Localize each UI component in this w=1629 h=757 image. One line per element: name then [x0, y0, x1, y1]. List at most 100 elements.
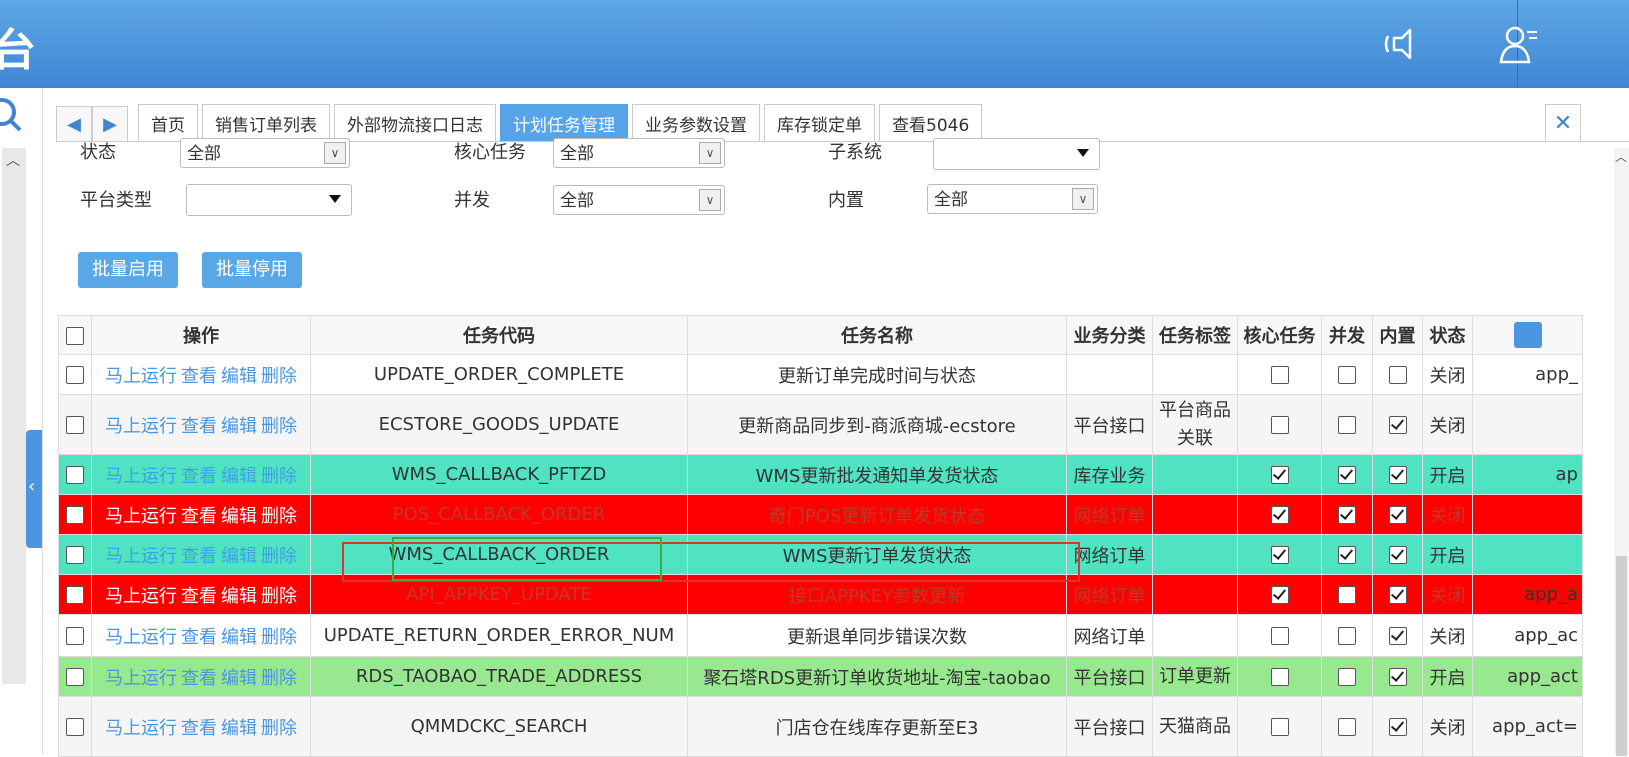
core-cell[interactable] [1237, 696, 1322, 757]
builtin-checkbox[interactable] [1388, 718, 1407, 736]
table-row[interactable]: 马上运行 查看 编辑 删除 ECSTORE_GOODS_UPDATE 更新商品同步到-商派… [58, 394, 1583, 455]
core-checkbox[interactable] [1270, 718, 1289, 736]
op-link-run[interactable]: 马上运行 [105, 366, 177, 387]
row-checkbox[interactable] [66, 718, 84, 736]
op-link-edit[interactable]: 编辑 [221, 627, 257, 648]
core-cell[interactable] [1237, 454, 1322, 495]
core-checkbox[interactable] [1270, 546, 1289, 564]
core-cell[interactable] [1237, 656, 1322, 697]
op-link-delete[interactable]: 删除 [261, 506, 297, 527]
builtin-checkbox[interactable] [1388, 546, 1407, 564]
concurrent-checkbox[interactable] [1338, 668, 1356, 686]
row-checkbox[interactable] [66, 546, 84, 564]
op-link-view[interactable]: 查看 [181, 416, 217, 437]
builtin-cell[interactable] [1372, 394, 1423, 455]
builtin-cell[interactable] [1372, 454, 1423, 495]
op-link-run[interactable]: 马上运行 [105, 546, 177, 567]
row-checkbox[interactable] [66, 627, 84, 645]
tab-view-5046[interactable]: 查看5046 [879, 104, 983, 142]
concurrent-checkbox[interactable] [1338, 466, 1356, 484]
select-all-cell[interactable] [58, 315, 92, 355]
chevron-up-icon[interactable]: ︿ [1615, 148, 1627, 165]
builtin-cell[interactable] [1372, 534, 1423, 575]
row-select-cell[interactable] [58, 614, 92, 657]
op-link-run[interactable]: 马上运行 [105, 627, 177, 648]
col-header-status[interactable]: 状态 [1422, 315, 1473, 355]
op-link-view[interactable]: 查看 [181, 466, 217, 487]
op-link-view[interactable]: 查看 [181, 506, 217, 527]
row-checkbox[interactable] [66, 586, 84, 604]
col-header-code[interactable]: 任务代码 [310, 315, 688, 355]
row-checkbox[interactable] [66, 668, 84, 686]
table-row[interactable]: 马上运行 查看 编辑 删除 QMMDCKC_SEARCH 门店仓在线库存更新至E3 平台接口… [58, 696, 1583, 757]
row-checkbox[interactable] [66, 366, 84, 384]
tab-next-button[interactable]: ▶ [92, 106, 128, 142]
op-link-edit[interactable]: 编辑 [221, 718, 257, 739]
op-link-delete[interactable]: 删除 [261, 718, 297, 739]
tab-home[interactable]: 首页 [138, 104, 198, 142]
op-link-run[interactable]: 马上运行 [105, 416, 177, 437]
speaker-icon[interactable] [1380, 22, 1424, 66]
subsystem-select[interactable] [933, 138, 1100, 170]
concurrent-cell[interactable] [1321, 656, 1373, 697]
tab-prev-button[interactable]: ◀ [56, 106, 92, 142]
builtin-cell[interactable] [1372, 574, 1423, 615]
row-select-cell[interactable] [58, 534, 92, 575]
row-checkbox[interactable] [66, 466, 84, 484]
tab-scheduled-tasks[interactable]: 计划任务管理 [500, 104, 628, 142]
row-select-cell[interactable] [58, 394, 92, 455]
op-link-delete[interactable]: 删除 [261, 366, 297, 387]
op-link-run[interactable]: 马上运行 [105, 668, 177, 689]
builtin-checkbox[interactable] [1388, 366, 1407, 384]
builtin-select[interactable]: 全部 ∨ [927, 184, 1098, 214]
table-row[interactable]: 马上运行 查看 编辑 删除 API_APPKEY_UPDATE 接口APPKEY参数更新网… [58, 574, 1583, 615]
batch-enable-button[interactable]: 批量启用 [78, 252, 178, 288]
status-select[interactable]: 全部 ∨ [180, 138, 350, 168]
table-row[interactable]: 马上运行 查看 编辑 删除 UPDATE_RETURN_ORDER_ERROR_NUM 更… [58, 614, 1583, 657]
op-link-edit[interactable]: 编辑 [221, 546, 257, 567]
row-select-cell[interactable] [58, 656, 92, 697]
op-link-delete[interactable]: 删除 [261, 627, 297, 648]
batch-disable-button[interactable]: 批量停用 [202, 252, 302, 288]
core-select[interactable]: 全部 ∨ [553, 138, 725, 168]
row-checkbox[interactable] [66, 506, 84, 524]
concurrent-cell[interactable] [1321, 454, 1373, 495]
op-link-edit[interactable]: 编辑 [221, 466, 257, 487]
core-checkbox[interactable] [1270, 466, 1289, 484]
op-link-view[interactable]: 查看 [181, 546, 217, 567]
col-header-name[interactable]: 任务名称 [687, 315, 1067, 355]
search-icon[interactable] [0, 96, 24, 136]
sidebar-collapse-button[interactable]: ‹ [26, 430, 42, 548]
core-cell[interactable] [1237, 494, 1322, 535]
concurrent-checkbox[interactable] [1338, 586, 1356, 604]
concurrent-cell[interactable] [1321, 394, 1373, 455]
chevron-up-icon[interactable]: ︿ [6, 150, 20, 170]
builtin-checkbox[interactable] [1388, 668, 1407, 686]
row-select-cell[interactable] [58, 696, 92, 757]
col-header-core[interactable]: 核心任务 [1237, 315, 1322, 355]
row-select-cell[interactable] [58, 494, 92, 535]
concurrent-checkbox[interactable] [1338, 366, 1356, 384]
concurrent-checkbox[interactable] [1338, 506, 1356, 524]
op-link-view[interactable]: 查看 [181, 627, 217, 648]
builtin-checkbox[interactable] [1388, 586, 1407, 604]
op-link-delete[interactable]: 删除 [261, 416, 297, 437]
edit-columns-icon[interactable] [1513, 322, 1542, 348]
right-scrollbar[interactable]: ︿ [1614, 148, 1629, 756]
core-checkbox[interactable] [1270, 416, 1289, 434]
core-cell[interactable] [1237, 614, 1322, 657]
op-link-run[interactable]: 马上运行 [105, 506, 177, 527]
op-link-edit[interactable]: 编辑 [221, 668, 257, 689]
tab-business-params[interactable]: 业务参数设置 [632, 104, 760, 142]
concurrent-cell[interactable] [1321, 534, 1373, 575]
op-link-view[interactable]: 查看 [181, 668, 217, 689]
op-link-delete[interactable]: 删除 [261, 668, 297, 689]
builtin-cell[interactable] [1372, 354, 1423, 395]
concurrent-checkbox[interactable] [1338, 416, 1356, 434]
select-all-checkbox[interactable] [66, 326, 84, 345]
left-scrollbar[interactable] [2, 148, 26, 684]
table-row[interactable]: 马上运行 查看 编辑 删除 WMS_CALLBACK_PFTZD WMS更新批发通知单发货… [58, 454, 1583, 495]
builtin-checkbox[interactable] [1388, 416, 1407, 434]
core-cell[interactable] [1237, 354, 1322, 395]
op-link-edit[interactable]: 编辑 [221, 366, 257, 387]
